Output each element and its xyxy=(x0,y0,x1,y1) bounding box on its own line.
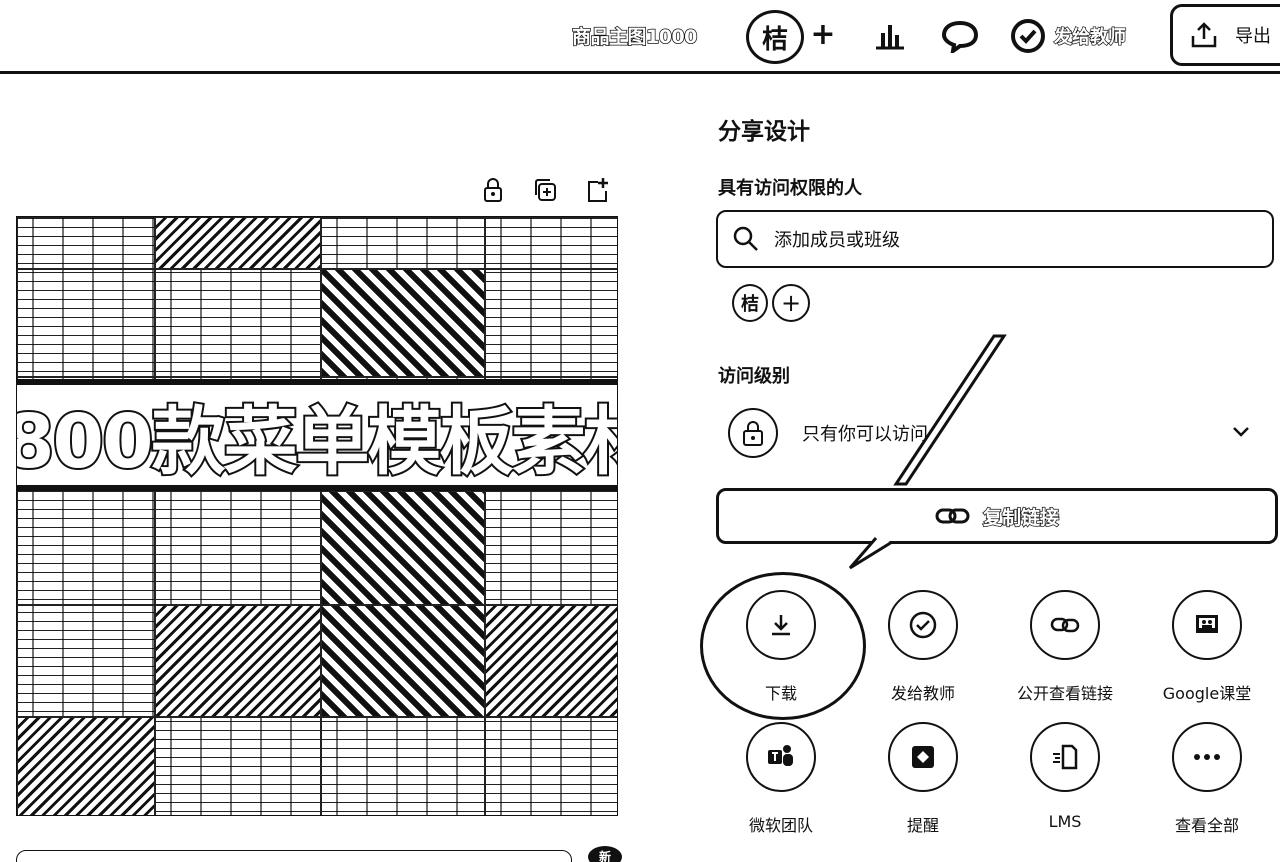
template-thumb xyxy=(17,605,155,717)
share-panel: 分享设计 具有访问权限的人 添加成员或班级 桔 + 访问级别 只有你可以访问 复… xyxy=(700,74,1280,862)
template-thumb xyxy=(321,491,485,605)
access-level-label: 访问级别 xyxy=(718,366,790,387)
comments-button[interactable] xyxy=(940,16,980,56)
template-thumb xyxy=(321,717,485,815)
highlight-ring xyxy=(700,572,866,720)
teams-icon xyxy=(768,745,793,766)
link-icon xyxy=(1050,617,1080,633)
template-thumb xyxy=(155,217,321,269)
template-thumb xyxy=(485,217,617,269)
option-icon-circle xyxy=(888,590,958,660)
share-option-see-all[interactable]: 查看全部 xyxy=(1142,722,1272,836)
template-thumb xyxy=(485,605,617,717)
add-page-button[interactable] xyxy=(584,176,610,204)
lock-badge xyxy=(728,408,778,458)
template-thumb xyxy=(155,269,321,377)
lock-page-button[interactable] xyxy=(480,176,506,204)
template-thumb xyxy=(485,269,617,377)
template-thumb xyxy=(155,605,321,717)
page-tools xyxy=(480,176,610,204)
template-thumb xyxy=(321,269,485,377)
template-thumb xyxy=(155,717,321,815)
share-option-teams[interactable]: 微软团队 xyxy=(716,722,846,836)
template-thumb xyxy=(17,717,155,815)
design-canvas[interactable]: 800款菜单模板素材 xyxy=(16,216,618,816)
template-thumb xyxy=(17,269,155,377)
lms-icon xyxy=(1053,744,1078,770)
lock-icon xyxy=(743,421,763,446)
member-avatar[interactable]: 桔 xyxy=(732,284,768,322)
template-thumb xyxy=(485,717,617,815)
option-icon-circle xyxy=(1172,590,1242,660)
panel-title: 分享设计 xyxy=(718,119,810,145)
reminder-icon xyxy=(912,746,934,768)
add-member-search[interactable]: 添加成员或班级 xyxy=(716,210,1274,268)
top-bar: 商品主图1000 桔 + 发给教师 导出 xyxy=(0,0,1280,74)
share-option-reminder[interactable]: 提醒 xyxy=(858,722,988,836)
template-thumb xyxy=(321,605,485,717)
add-page-icon xyxy=(588,178,608,202)
notes-bar[interactable] xyxy=(16,850,572,862)
send-teacher-label: 发给教师 xyxy=(1053,26,1126,48)
template-thumb xyxy=(155,491,321,605)
copy-link-label: 复制链接 xyxy=(982,506,1060,530)
google-classroom-icon xyxy=(1196,615,1218,633)
search-icon xyxy=(733,226,758,251)
comment-icon xyxy=(941,20,979,53)
access-level-select[interactable]: 只有你可以访问 xyxy=(716,400,1274,466)
option-label: 查看全部 xyxy=(1174,816,1239,835)
share-option-lms[interactable]: LMS xyxy=(1000,722,1130,831)
share-option-public-link[interactable]: 公开查看链接 xyxy=(1000,590,1130,704)
share-option-download[interactable]: 下载 xyxy=(700,572,866,720)
option-icon-circle xyxy=(746,722,816,792)
access-label: 具有访问权限的人 xyxy=(718,178,862,199)
option-icon-circle xyxy=(888,722,958,792)
duplicate-icon xyxy=(535,179,556,201)
check-circle-icon xyxy=(909,611,937,639)
menu-template-grid xyxy=(17,217,617,815)
add-member-button[interactable]: + xyxy=(772,284,810,322)
duplicate-page-button[interactable] xyxy=(532,176,558,204)
insights-button[interactable] xyxy=(870,16,910,56)
lock-icon xyxy=(484,178,502,202)
member-list: 桔 + xyxy=(732,284,810,322)
search-placeholder: 添加成员或班级 xyxy=(774,230,900,251)
option-label: 公开查看链接 xyxy=(1016,684,1113,703)
new-badge: 新 xyxy=(588,846,622,862)
bar-chart-icon xyxy=(876,25,904,50)
template-thumb xyxy=(321,217,485,269)
document-title[interactable]: 商品主图1000 xyxy=(571,22,698,49)
chevron-down-icon xyxy=(1233,427,1249,437)
upload-icon xyxy=(1191,22,1217,48)
option-label: 提醒 xyxy=(906,816,939,835)
option-label: 发给教师 xyxy=(890,684,955,703)
export-button[interactable]: 导出 xyxy=(1170,4,1280,66)
share-option-google-classroom[interactable]: Google课堂 xyxy=(1142,590,1272,704)
option-icon-circle xyxy=(1030,722,1100,792)
user-avatar[interactable]: 桔 xyxy=(746,10,804,64)
access-level-value: 只有你可以访问 xyxy=(802,424,928,445)
option-icon-circle xyxy=(1030,590,1100,660)
template-thumb xyxy=(17,491,155,605)
option-icon-circle xyxy=(1172,722,1242,792)
check-circle-icon xyxy=(1011,19,1045,53)
option-label: LMS xyxy=(1048,812,1082,831)
template-thumb xyxy=(17,217,155,269)
export-label: 导出 xyxy=(1235,26,1271,47)
more-icon xyxy=(1194,754,1220,760)
share-option-send-teacher[interactable]: 发给教师 xyxy=(858,590,988,704)
option-label: 微软团队 xyxy=(748,816,813,835)
avatar-initial: 桔 xyxy=(761,24,788,55)
copy-link-button[interactable]: 复制链接 xyxy=(716,488,1278,544)
option-label: Google课堂 xyxy=(1162,684,1252,703)
banner-text: 800款菜单模板素材 xyxy=(17,397,618,486)
send-to-teacher-button[interactable]: 发给教师 xyxy=(1010,16,1127,56)
add-collaborator-button[interactable]: + xyxy=(810,18,836,52)
template-thumb xyxy=(485,491,617,605)
title-banner: 800款菜单模板素材 xyxy=(17,379,618,491)
link-icon xyxy=(935,508,970,524)
